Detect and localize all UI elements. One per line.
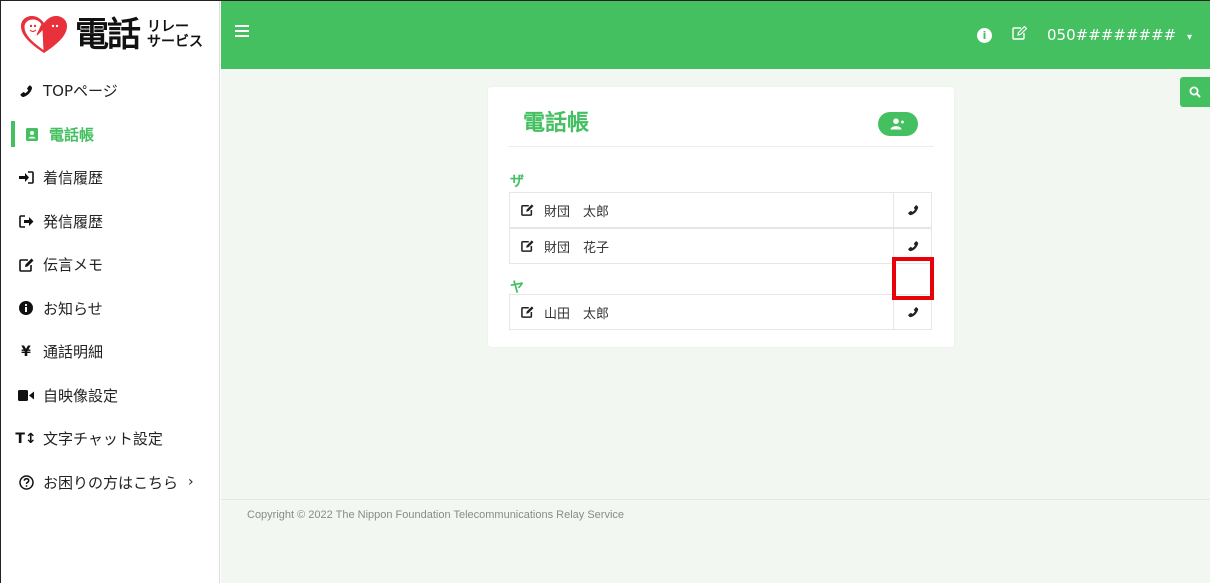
sidebar-nav: TOPページ 電話帳 着信履歴 発信履歴 伝言メモ お知らせ ¥ 通話明細 自映…	[1, 69, 219, 504]
add-contact-button[interactable]	[878, 112, 918, 136]
heart-logo-icon	[21, 16, 67, 53]
edit-icon[interactable]	[1012, 25, 1028, 44]
call-button[interactable]	[893, 193, 931, 227]
sidebar-item-label: 電話帳	[49, 125, 95, 144]
yen-icon: ¥	[21, 343, 31, 360]
logo-subtext: リレー サービス	[147, 20, 203, 50]
sidebar-item-top[interactable]: TOPページ	[1, 69, 219, 113]
sidebar-item-label: お困りの方はこちら	[43, 473, 179, 492]
caret-down-icon: ▾	[1186, 32, 1192, 43]
sidebar-item-label: 通話明細	[43, 343, 104, 362]
sidebar-item-label: 着信履歴	[43, 169, 104, 188]
edit-icon	[520, 240, 533, 252]
highlight-annotation	[892, 257, 934, 300]
user-phone-number: 050########	[1047, 26, 1177, 44]
phone-icon	[907, 241, 918, 252]
sidebar-item-label: 自映像設定	[43, 386, 119, 405]
logo-subtext-bottom: サービス	[147, 34, 203, 50]
edit-icon	[17, 258, 35, 272]
main-content: 電話帳 ザ 財団 太郎 財団 花子 ヤ 山田 太郎 Copyright © 20…	[221, 69, 1210, 583]
edit-icon	[520, 306, 533, 318]
chevron-right-icon: ›	[188, 474, 194, 491]
edit-contact-button[interactable]	[510, 306, 544, 318]
contact-name: 財団 花子	[544, 240, 610, 256]
text-height-icon: T↕	[15, 430, 37, 447]
sign-in-icon	[17, 171, 35, 185]
sidebar-item-help[interactable]: お困りの方はこちら ›	[1, 461, 219, 505]
edit-icon	[520, 204, 533, 216]
hamburger-menu-icon[interactable]	[235, 25, 249, 39]
contact-row: 財団 太郎	[509, 192, 932, 228]
sidebar-item-news[interactable]: お知らせ	[1, 287, 219, 331]
phone-icon	[907, 307, 918, 318]
logo-text: 電話	[75, 15, 141, 55]
page-title: 電話帳	[523, 111, 590, 136]
info-icon[interactable]: i	[977, 27, 992, 43]
phone-icon	[17, 84, 35, 98]
sidebar-item-label: 発信履歴	[43, 212, 104, 231]
call-button[interactable]	[893, 295, 931, 329]
group-label: ザ	[510, 174, 524, 190]
sidebar-item-phonebook[interactable]: 電話帳	[1, 113, 219, 157]
phonebook-card: 電話帳 ザ 財団 太郎 財団 花子 ヤ 山田 太郎	[488, 87, 954, 347]
sidebar-item-video-settings[interactable]: 自映像設定	[1, 374, 219, 418]
sidebar: 電話 リレー サービス TOPページ 電話帳 着信履歴 発信履歴 伝言メモ お知…	[1, 1, 220, 583]
search-button[interactable]	[1180, 77, 1210, 107]
edit-contact-button[interactable]	[510, 204, 544, 216]
sidebar-item-label: 伝言メモ	[43, 256, 104, 275]
question-circle-icon	[17, 475, 35, 490]
contact-name: 山田 太郎	[544, 306, 610, 322]
search-icon	[1189, 86, 1201, 98]
logo[interactable]: 電話 リレー サービス	[1, 1, 219, 69]
logo-subtext-top: リレー	[147, 19, 189, 35]
sign-out-icon	[17, 214, 35, 228]
contact-row: 山田 太郎	[509, 294, 932, 330]
sidebar-item-incoming-history[interactable]: 着信履歴	[1, 156, 219, 200]
footer-divider	[221, 499, 1210, 500]
edit-contact-button[interactable]	[510, 240, 544, 252]
topbar-actions: i 050######## ▾	[977, 1, 1192, 69]
info-icon	[17, 301, 35, 316]
topbar: i 050######## ▾	[221, 1, 1210, 69]
sidebar-item-voice-memo[interactable]: 伝言メモ	[1, 243, 219, 287]
contact-row: 財団 花子	[509, 228, 932, 264]
sidebar-item-label: お知らせ	[43, 299, 103, 318]
contact-name: 財団 太郎	[544, 204, 610, 220]
sidebar-item-label: 文字チャット設定	[43, 430, 163, 449]
user-plus-icon	[890, 118, 904, 130]
copyright-text: Copyright © 2022 The Nippon Foundation T…	[247, 509, 625, 521]
phone-icon	[907, 205, 918, 216]
video-icon	[17, 389, 35, 401]
address-book-icon	[23, 127, 41, 141]
sidebar-item-label: TOPページ	[43, 82, 118, 101]
user-phone-dropdown[interactable]: 050######## ▾	[1047, 26, 1192, 44]
divider	[508, 146, 934, 147]
sidebar-item-call-details[interactable]: ¥ 通話明細	[1, 330, 219, 374]
sidebar-item-outgoing-history[interactable]: 発信履歴	[1, 200, 219, 244]
sidebar-item-text-chat-settings[interactable]: T↕ 文字チャット設定	[1, 417, 219, 461]
